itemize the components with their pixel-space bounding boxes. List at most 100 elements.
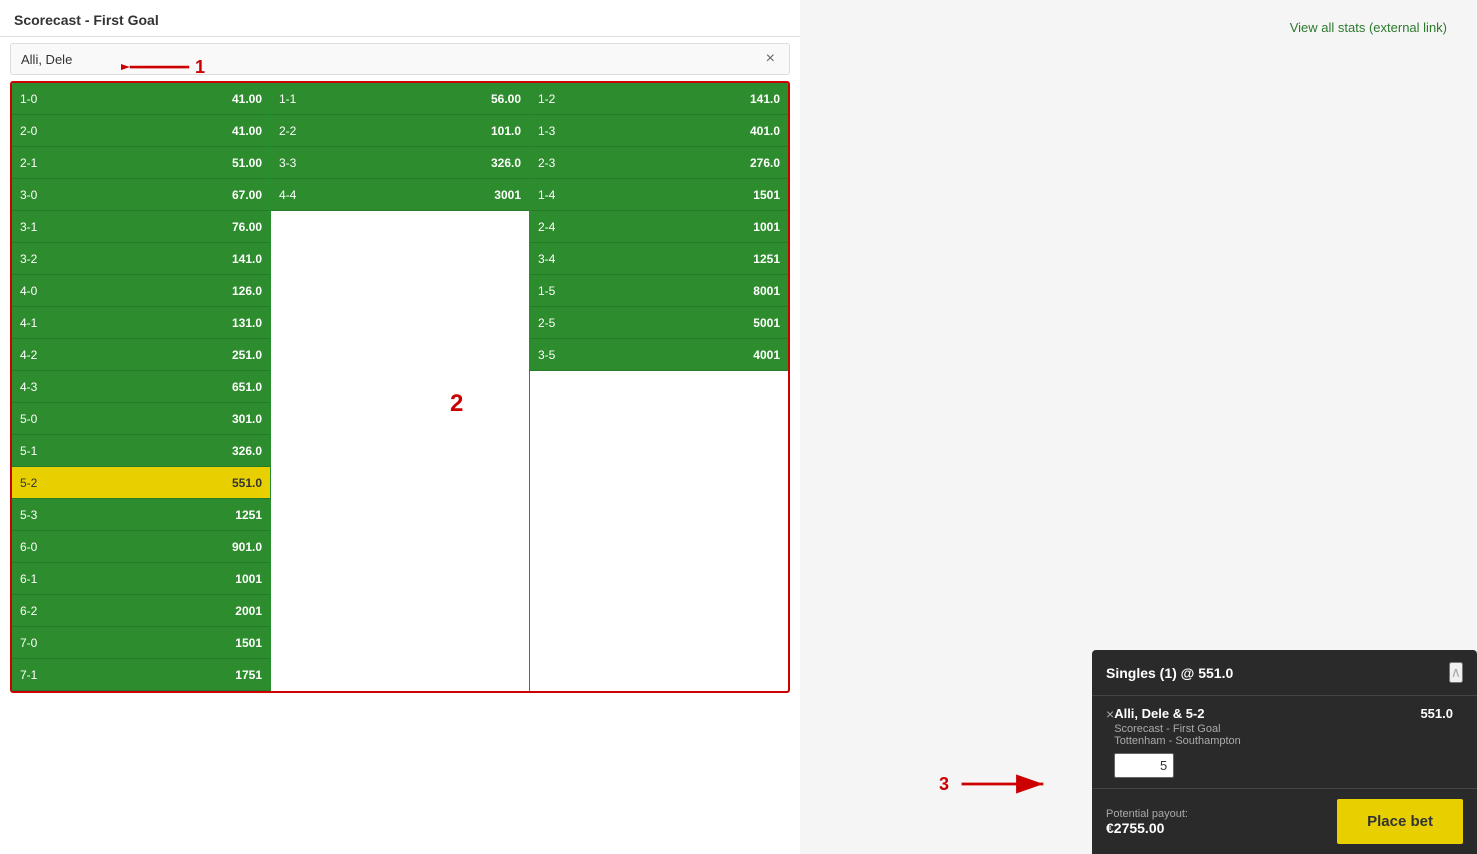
cell-odds: 301.0 bbox=[232, 412, 262, 426]
grid-cell bbox=[271, 467, 529, 499]
cell-odds: 41.00 bbox=[232, 92, 262, 106]
cell-score: 3-3 bbox=[279, 156, 296, 170]
cell-score: 5-2 bbox=[20, 476, 37, 490]
cell-score: 7-1 bbox=[20, 668, 37, 682]
cell-score: 3-5 bbox=[538, 348, 555, 362]
bet-item-stake bbox=[1114, 753, 1420, 778]
grid-cell bbox=[530, 499, 788, 531]
cell-score: 1-1 bbox=[279, 92, 296, 106]
grid-cell bbox=[530, 403, 788, 435]
stake-input[interactable] bbox=[1114, 753, 1174, 778]
grid-cell[interactable]: 5-31251 bbox=[12, 499, 270, 531]
grid-cell[interactable]: 6-1 1001 bbox=[12, 563, 270, 595]
grid-cell[interactable]: 7-1 1751 bbox=[12, 659, 270, 691]
cell-odds: 326.0 bbox=[491, 156, 521, 170]
grid-cell[interactable]: 2-3276.0 bbox=[530, 147, 788, 179]
grid-cell bbox=[530, 595, 788, 627]
cell-odds: 131.0 bbox=[232, 316, 262, 330]
cell-score: 6-0 bbox=[20, 540, 37, 554]
grid-cell bbox=[271, 531, 529, 563]
cell-odds: 1001 bbox=[753, 220, 780, 234]
grid-cell[interactable]: 3-2141.0 bbox=[12, 243, 270, 275]
grid-cell[interactable]: 6-22001 bbox=[12, 595, 270, 627]
grid-cell bbox=[530, 563, 788, 595]
grid-cell bbox=[271, 595, 529, 627]
grid-cell[interactable]: 1-1 56.00 bbox=[271, 83, 529, 115]
grid-cell[interactable]: 1-41501 bbox=[530, 179, 788, 211]
cell-odds: 141.0 bbox=[232, 252, 262, 266]
grid-cell[interactable]: 5-0 301.0 bbox=[12, 403, 270, 435]
grid-cell[interactable]: 2-2101.0 bbox=[271, 115, 529, 147]
grid-cell[interactable]: 3-41251 bbox=[530, 243, 788, 275]
payout-label: Potential payout: bbox=[1106, 808, 1188, 820]
cell-score: 6-2 bbox=[20, 604, 37, 618]
player-selector: Alli, Dele 1 × bbox=[10, 43, 790, 75]
cell-score: 2-5 bbox=[538, 316, 555, 330]
bet-item-match: Tottenham - Southampton bbox=[1114, 735, 1420, 747]
cell-odds: 67.00 bbox=[232, 188, 262, 202]
grid-column-3: 1-2141.01-3401.02-3276.01-415012-410013-… bbox=[529, 83, 788, 691]
cell-odds: 4001 bbox=[753, 348, 780, 362]
grid-column-2: 1-1 56.00 2-2101.0 3-3 326.0 4-43001 bbox=[270, 83, 529, 691]
grid-cell[interactable]: 7-01501 bbox=[12, 627, 270, 659]
scorecast-header: Scorecast - First Goal bbox=[0, 0, 800, 37]
grid-cell[interactable]: 2-41001 bbox=[530, 211, 788, 243]
bottom-text bbox=[0, 699, 800, 715]
cell-score: 4-1 bbox=[20, 316, 37, 330]
grid-cell[interactable]: 1-3401.0 bbox=[530, 115, 788, 147]
grid-cell bbox=[530, 371, 788, 403]
grid-cell[interactable]: 3-5 4001 bbox=[530, 339, 788, 371]
grid-cell bbox=[271, 403, 529, 435]
cell-odds: 41.00 bbox=[232, 124, 262, 138]
grid-cell[interactable]: 5-2 551.0 bbox=[12, 467, 270, 499]
cell-odds: 126.0 bbox=[232, 284, 262, 298]
cell-odds: 1001 bbox=[235, 572, 262, 586]
cell-odds: 401.0 bbox=[750, 124, 780, 138]
bet-slip-item: × Alli, Dele & 5-2 Scorecast - First Goa… bbox=[1092, 696, 1477, 789]
grid-cell bbox=[271, 563, 529, 595]
grid-cell[interactable]: 5-1326.0 bbox=[12, 435, 270, 467]
cell-odds: 326.0 bbox=[232, 444, 262, 458]
cell-score: 5-0 bbox=[20, 412, 37, 426]
grid-cell bbox=[530, 659, 788, 691]
grid-cell[interactable]: 3-067.00 bbox=[12, 179, 270, 211]
grid-cell[interactable]: 2-5 5001 bbox=[530, 307, 788, 339]
grid-cell[interactable]: 2-151.00 bbox=[12, 147, 270, 179]
cell-odds: 1751 bbox=[235, 668, 262, 682]
grid-cell bbox=[271, 339, 529, 371]
cell-odds: 551.0 bbox=[232, 476, 262, 490]
grid-cell[interactable]: 4-43001 bbox=[271, 179, 529, 211]
close-player-button[interactable]: × bbox=[762, 50, 779, 68]
grid-cell[interactable]: 1-58001 bbox=[530, 275, 788, 307]
cell-odds: 56.00 bbox=[491, 92, 521, 106]
grid-cell[interactable]: 4-1 131.0 bbox=[12, 307, 270, 339]
cell-score: 6-1 bbox=[20, 572, 37, 586]
grid-cell[interactable]: 3-176.00 bbox=[12, 211, 270, 243]
cell-score: 1-5 bbox=[538, 284, 555, 298]
cell-odds: 901.0 bbox=[232, 540, 262, 554]
grid-cell[interactable]: 4-0126.0 bbox=[12, 275, 270, 307]
grid-cell bbox=[271, 211, 529, 243]
grid-cell[interactable]: 4-2251.0 bbox=[12, 339, 270, 371]
grid-cell bbox=[271, 435, 529, 467]
grid-cell bbox=[271, 275, 529, 307]
cell-odds: 5001 bbox=[753, 316, 780, 330]
grid-cell[interactable]: 3-3 326.0 bbox=[271, 147, 529, 179]
place-bet-button[interactable]: Place bet bbox=[1337, 799, 1463, 844]
cell-odds: 1501 bbox=[235, 636, 262, 650]
remove-bet-button[interactable]: × bbox=[1106, 706, 1114, 722]
bet-item-odds: 551.0 bbox=[1420, 706, 1453, 721]
grid-cell[interactable]: 2-041.00 bbox=[12, 115, 270, 147]
bet-slip-collapse-button[interactable]: ∧ bbox=[1449, 662, 1463, 683]
grid-cell[interactable]: 1-041.00 bbox=[12, 83, 270, 115]
cell-score: 3-4 bbox=[538, 252, 555, 266]
grid-cell[interactable]: 1-2141.0 bbox=[530, 83, 788, 115]
grid-cell[interactable]: 6-0 901.0 bbox=[12, 531, 270, 563]
player-name: Alli, Dele bbox=[21, 52, 762, 67]
view-all-stats-link[interactable]: View all stats (external link) bbox=[1290, 20, 1447, 35]
grid-cell[interactable]: 4-3651.0 bbox=[12, 371, 270, 403]
cell-odds: 51.00 bbox=[232, 156, 262, 170]
bet-item-info: Alli, Dele & 5-2 Scorecast - First Goal … bbox=[1114, 706, 1420, 778]
grid-cell bbox=[271, 307, 529, 339]
cell-odds: 141.0 bbox=[750, 92, 780, 106]
